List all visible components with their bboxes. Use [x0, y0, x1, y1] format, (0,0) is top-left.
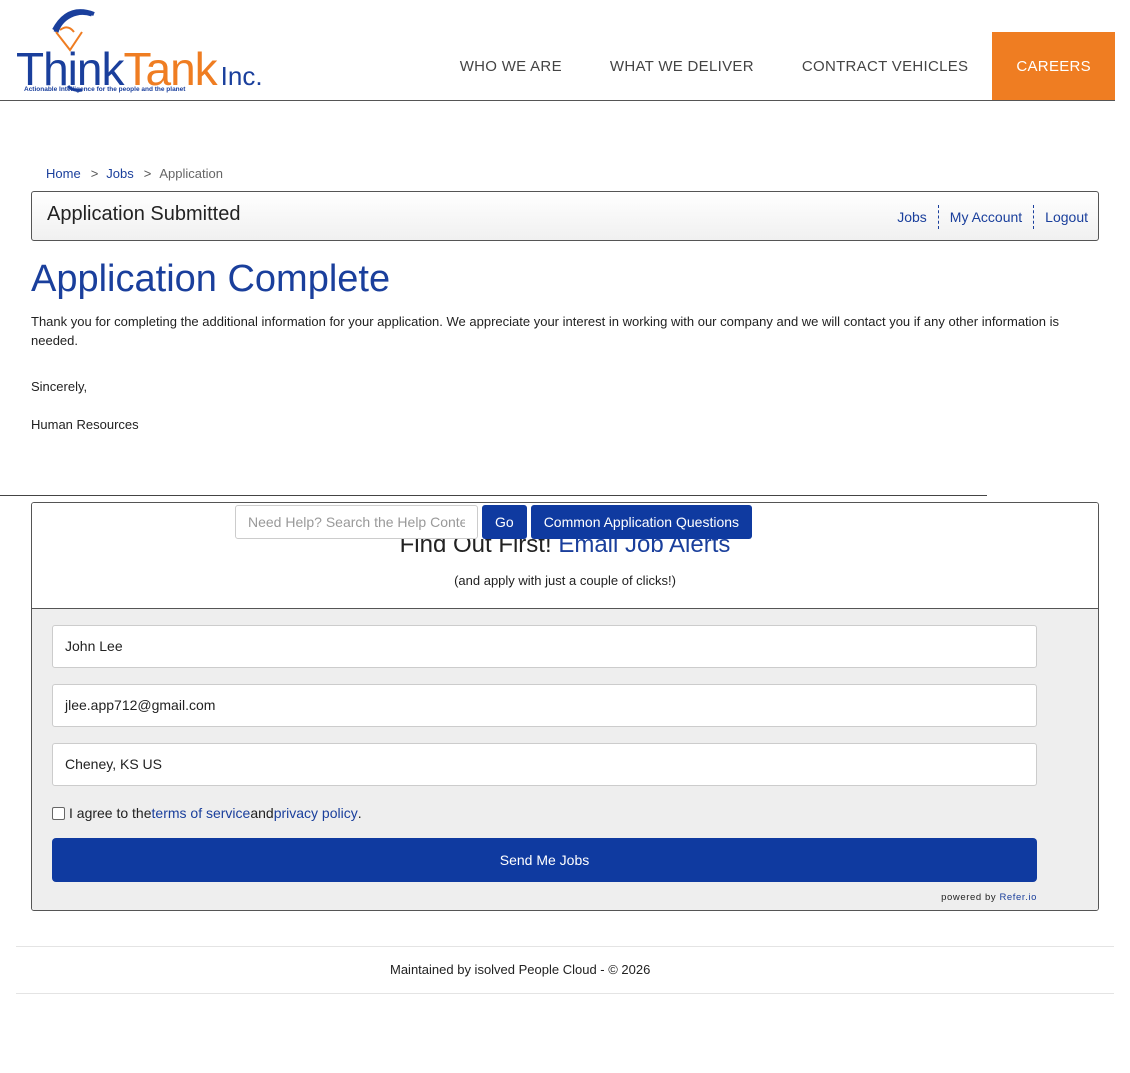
my-account-link[interactable]: My Account: [939, 205, 1035, 229]
logout-link[interactable]: Logout: [1034, 205, 1088, 229]
main-nav: WHO WE ARE WHAT WE DELIVER CONTRACT VEHI…: [436, 32, 1115, 100]
nav-careers[interactable]: CAREERS: [992, 32, 1115, 100]
powered-prefix: powered by: [941, 892, 1000, 903]
name-field[interactable]: John Lee: [52, 625, 1037, 668]
send-me-jobs-button[interactable]: Send Me Jobs: [52, 838, 1037, 882]
footer: Maintained by isolved People Cloud - © 2…: [16, 946, 1114, 994]
breadcrumb-jobs[interactable]: Jobs: [106, 166, 133, 181]
breadcrumb-current: Application: [159, 166, 223, 181]
thinktank-logo[interactable]: ThinkTank Inc. Actionable Intelligence fo…: [16, 2, 263, 98]
breadcrumb-home[interactable]: Home: [46, 166, 81, 181]
breadcrumb-separator: >: [90, 166, 99, 181]
nav-contract-vehicles[interactable]: CONTRACT VEHICLES: [778, 32, 993, 100]
agree-row: I agree to the terms of service and priv…: [52, 805, 362, 821]
nav-what-we-deliver[interactable]: WHAT WE DELIVER: [586, 32, 778, 100]
footer-text: Maintained by isolved People Cloud - © 2…: [390, 962, 651, 977]
help-search-input[interactable]: [235, 505, 478, 539]
closing-text: Sincerely,: [31, 379, 88, 394]
jobs-link[interactable]: Jobs: [886, 205, 939, 229]
privacy-policy-link[interactable]: privacy policy: [274, 805, 358, 821]
signoff-text: Human Resources: [31, 417, 139, 432]
terms-of-service-link[interactable]: terms of service: [152, 805, 251, 821]
job-alerts-form: John Lee jlee.app712@gmail.com Cheney, K…: [32, 609, 1098, 910]
status-bar: Application Submitted Jobs My Account Lo…: [31, 191, 1099, 241]
agree-prefix: I agree to the: [69, 805, 152, 821]
job-alerts-widget: Find Out First! Email Job Alerts (and ap…: [31, 502, 1099, 911]
agree-and: and: [250, 805, 274, 821]
job-alerts-subtitle: (and apply with just a couple of clicks!…: [454, 573, 676, 588]
site-header: ThinkTank Inc. Actionable Intelligence fo…: [0, 0, 1115, 101]
email-field[interactable]: jlee.app712@gmail.com: [52, 684, 1037, 727]
breadcrumb-separator: >: [143, 166, 152, 181]
powered-by: powered by Refer.io: [941, 892, 1037, 903]
confirmation-message: Thank you for completing the additional …: [31, 314, 1060, 348]
account-links: Jobs My Account Logout: [886, 205, 1088, 229]
agree-checkbox[interactable]: [52, 806, 65, 820]
logo-tagline: Actionable Intelligence for the people a…: [24, 86, 186, 93]
help-bar: Go Common Application Questions: [235, 505, 753, 539]
help-go-button[interactable]: Go: [482, 505, 527, 539]
location-field[interactable]: Cheney, KS US: [52, 743, 1037, 786]
nav-who-we-are[interactable]: WHO WE ARE: [436, 32, 586, 100]
common-questions-button[interactable]: Common Application Questions: [530, 505, 753, 539]
breadcrumb: Home > Jobs > Application: [46, 166, 223, 181]
page-title: Application Complete: [31, 258, 391, 300]
agree-suffix: .: [357, 805, 362, 821]
refer-io-link[interactable]: Refer.io: [999, 892, 1037, 903]
status-title: Application Submitted: [47, 203, 241, 225]
logo-inc: Inc.: [220, 61, 263, 91]
section-divider: [0, 495, 987, 496]
